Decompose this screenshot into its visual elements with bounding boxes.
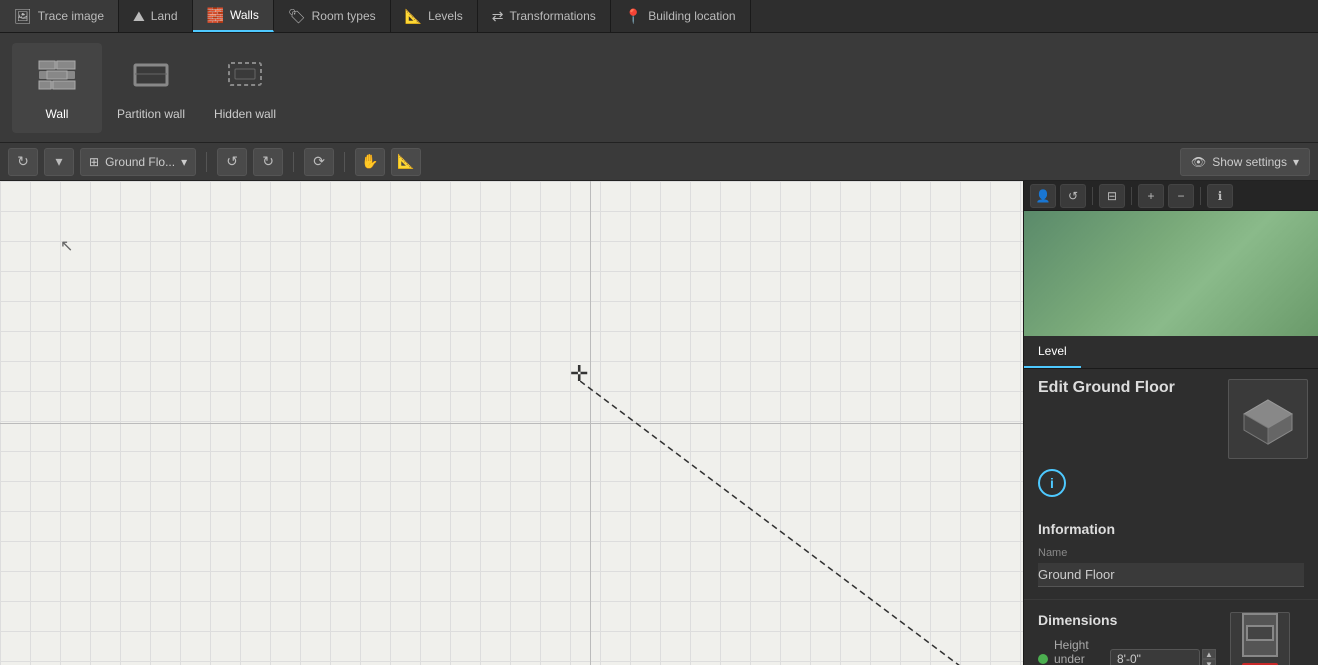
name-field-input[interactable] xyxy=(1038,563,1304,587)
arrow-button[interactable]: ▾ xyxy=(44,148,74,176)
name-field-label: Name xyxy=(1038,547,1304,559)
undo-button[interactable]: ↺ xyxy=(217,148,247,176)
room-types-icon: 🏷 xyxy=(288,8,306,25)
person-view-button[interactable]: 👤 xyxy=(1030,184,1056,208)
transformations-icon: ⇄ xyxy=(492,8,504,25)
wall-preview-window xyxy=(1246,625,1274,641)
tab-building-location[interactable]: 📍 Building location xyxy=(611,0,751,32)
information-section: Information Name xyxy=(1024,509,1318,600)
preview-sep-1 xyxy=(1092,187,1093,205)
eye-icon: 👁 xyxy=(1191,155,1206,169)
tab-trace-image[interactable]: 🖼 Trace image xyxy=(0,0,119,32)
wall-tool[interactable]: Wall xyxy=(12,43,102,133)
right-panel: 👤 ↺ ⊟ + − ℹ Level Edit Gr xyxy=(1023,181,1318,665)
height-spinners: ▲ ▼ xyxy=(1202,649,1216,665)
dimensions-section-title: Dimensions xyxy=(1038,612,1216,628)
rotate-view-button[interactable]: ↺ xyxy=(1060,184,1086,208)
settings-chevron-icon: ▾ xyxy=(1293,155,1299,169)
height-dot xyxy=(1038,654,1048,664)
tab-transformations[interactable]: ⇄ Transformations xyxy=(478,0,611,32)
preview-sep-3 xyxy=(1200,187,1201,205)
level-icon: ⊞ xyxy=(89,155,99,169)
info-tab-icon[interactable]: i xyxy=(1038,469,1066,497)
info-button[interactable]: ℹ xyxy=(1207,184,1233,208)
dropdown-chevron-icon: ▾ xyxy=(181,155,187,169)
measure-button[interactable]: 📐 xyxy=(391,148,421,176)
preview-sep-2 xyxy=(1131,187,1132,205)
height-down-spinner[interactable]: ▼ xyxy=(1202,659,1216,665)
separator-3 xyxy=(344,152,345,172)
level-icon-preview xyxy=(1228,379,1308,459)
zoom-out-button[interactable]: − xyxy=(1168,184,1194,208)
levels-icon: 📐 xyxy=(405,8,422,25)
action-bar: ↻ ▾ ⊞ Ground Flo... ▾ ↺ ↻ ⟳ ✋ 📐 👁 Show s… xyxy=(0,143,1318,181)
wall-cross-section-preview xyxy=(1230,612,1290,665)
height-up-spinner[interactable]: ▲ xyxy=(1202,649,1216,659)
height-row: Height under ce... 8'-0" ▲ ▼ xyxy=(1038,638,1216,665)
cursor-arrow: ↖ xyxy=(60,236,73,256)
tab-levels[interactable]: 📐 Levels xyxy=(391,0,478,32)
tab-walls[interactable]: 🧱 Walls xyxy=(193,0,274,32)
layers-button[interactable]: ⊟ xyxy=(1099,184,1125,208)
land-icon: ⛰ xyxy=(133,8,145,25)
partition-wall-tool-icon xyxy=(131,55,171,101)
canvas-area[interactable]: ✛ ↖ xyxy=(0,181,1023,665)
tab-level[interactable]: Level xyxy=(1024,336,1081,368)
top-navigation: 🖼 Trace image ⛰ Land 🧱 Walls 🏷 Room type… xyxy=(0,0,1318,33)
show-settings-button[interactable]: 👁 Show settings ▾ xyxy=(1180,148,1310,176)
tab-land[interactable]: ⛰ Land xyxy=(119,0,192,32)
separator-1 xyxy=(206,152,207,172)
refresh-button[interactable]: ⟳ xyxy=(304,148,334,176)
hidden-wall-tool[interactable]: Hidden wall xyxy=(200,43,290,133)
move-cursor-icon: ✛ xyxy=(570,361,588,387)
partition-wall-tool[interactable]: Partition wall xyxy=(106,43,196,133)
separator-2 xyxy=(293,152,294,172)
building-location-icon: 📍 xyxy=(625,8,642,25)
wall-preview-inner xyxy=(1242,613,1278,657)
dimensions-section: Dimensions Height under ce... 8'-0" xyxy=(1024,600,1318,665)
hidden-wall-tool-icon xyxy=(225,55,265,101)
properties-panel: Level Edit Ground Floor xyxy=(1024,336,1318,665)
height-value-box: 8'-0" xyxy=(1110,649,1200,665)
level-dropdown[interactable]: ⊞ Ground Flo... ▾ xyxy=(80,148,196,176)
tool-bar: Wall Partition wall Hidden wall xyxy=(0,33,1318,143)
main-area: ✛ ↖ 👤 ↺ ⊟ + − ℹ xyxy=(0,181,1318,665)
props-tabs: Level xyxy=(1024,336,1318,369)
redo-button[interactable]: ↻ xyxy=(253,148,283,176)
canvas-horizontal-line xyxy=(0,423,1023,424)
3d-preview xyxy=(1024,211,1318,336)
trace-image-icon: 🖼 xyxy=(14,8,32,25)
hand-tool-button[interactable]: ✋ xyxy=(355,148,385,176)
edit-ground-floor-title: Edit Ground Floor xyxy=(1024,369,1189,401)
tab-room-types[interactable]: 🏷 Room types xyxy=(274,0,391,32)
sync-button[interactable]: ↻ xyxy=(8,148,38,176)
zoom-in-button[interactable]: + xyxy=(1138,184,1164,208)
walls-icon: 🧱 xyxy=(207,7,224,24)
information-section-title: Information xyxy=(1038,521,1304,537)
wall-tool-icon xyxy=(37,55,77,101)
preview-toolbar: 👤 ↺ ⊟ + − ℹ xyxy=(1024,181,1318,211)
height-label: Height under ce... xyxy=(1054,638,1104,665)
